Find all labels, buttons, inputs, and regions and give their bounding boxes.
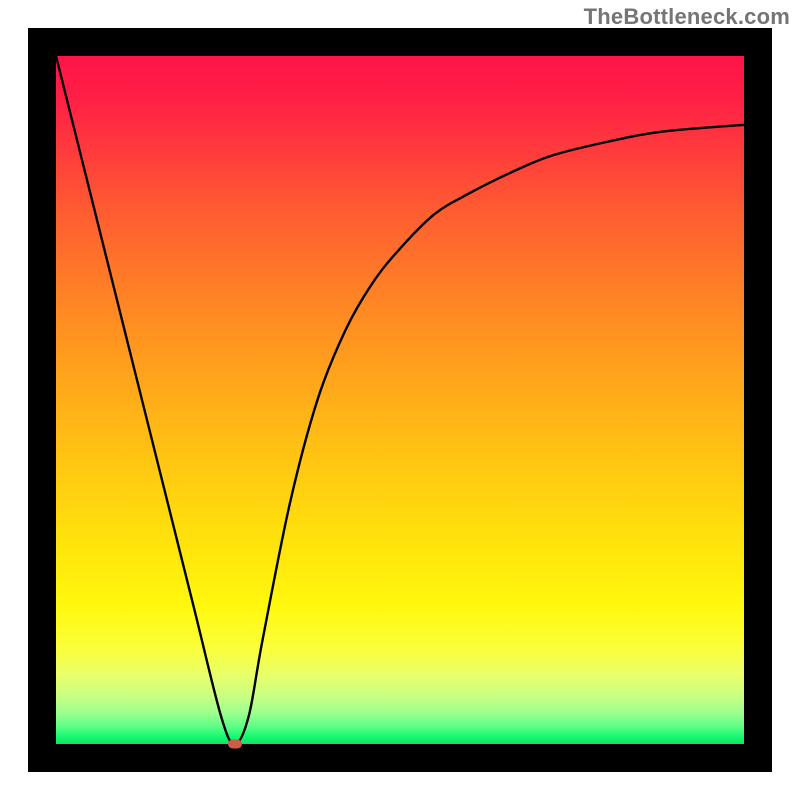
plot-frame <box>28 28 772 772</box>
chart-root: TheBottleneck.com <box>0 0 800 800</box>
plot-area <box>56 56 744 744</box>
minimum-marker <box>228 740 242 749</box>
bottleneck-curve <box>56 56 744 744</box>
watermark-text: TheBottleneck.com <box>584 4 790 30</box>
curve-svg <box>56 56 744 744</box>
